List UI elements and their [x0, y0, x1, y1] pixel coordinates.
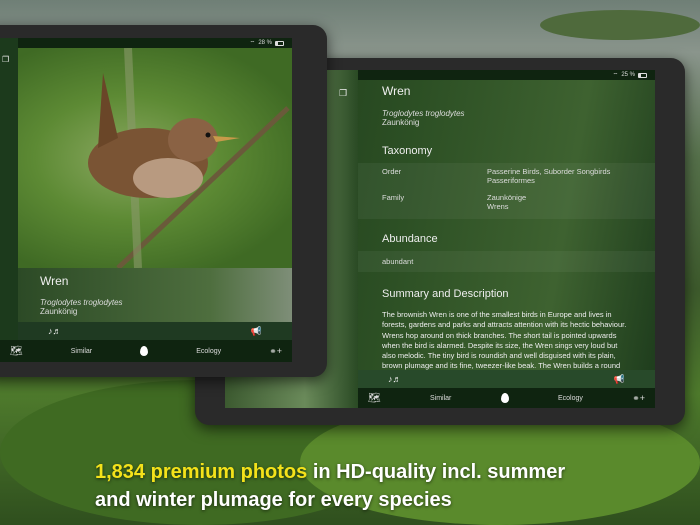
- species-german-name: Zaunkönig: [40, 307, 78, 316]
- promo-caption: 1,834 premium photos in HD-quality incl.…: [95, 458, 565, 514]
- family-value: Zaunkönige: [487, 193, 527, 202]
- binoculars-add-icon[interactable]: ⚭+: [632, 393, 645, 404]
- music-notes-icon[interactable]: ♪♬: [48, 326, 62, 336]
- wifi-icon: ⌔: [612, 73, 619, 79]
- megaphone-icon[interactable]: 📢: [251, 326, 262, 337]
- species-name: Wren: [40, 274, 69, 288]
- left-tablet-screen: ❐ ⌔ 28 % Wren Troglodytes troglodytes Zau…: [0, 38, 292, 362]
- battery-icon: [275, 40, 284, 46]
- order-label: Order: [382, 167, 402, 176]
- tab-bar: 🗺 Similar Ecology ⚭+: [358, 388, 655, 408]
- detail-content: Wren Troglodytes troglodytes Zaunkönig T…: [358, 84, 655, 370]
- species-latin-name: Troglodytes troglodytes: [382, 109, 465, 118]
- family-label: Family: [382, 193, 405, 202]
- species-german-name: Zaunkönig: [382, 118, 420, 127]
- tab-ecology[interactable]: Ecology: [196, 348, 221, 355]
- promo-line2: and winter plumage for every species: [95, 489, 452, 511]
- background-hill: [540, 10, 700, 40]
- windows-icon[interactable]: ❐: [339, 88, 347, 99]
- map-icon[interactable]: 🗺: [368, 393, 381, 404]
- species-info: Wren Troglodytes troglodytes Zaunkönig: [18, 268, 292, 322]
- species-name: Wren: [382, 84, 411, 98]
- left-tablet: ❐ ⌔ 28 % Wren Troglodytes troglodytes Zau…: [0, 25, 327, 377]
- bird-photo: [18, 47, 292, 270]
- status-bar: ⌔ 25 %: [613, 70, 647, 80]
- promo-highlight: 1,834 premium photos: [95, 461, 308, 483]
- tab-similar[interactable]: Similar: [71, 348, 92, 355]
- order-value: Passerine Birds, Suborder Songbirds: [487, 167, 611, 176]
- taxonomy-row-order: Order Passerine Birds, Suborder Songbirds…: [358, 163, 655, 189]
- taxonomy-row-family: Family Zaunkönige Wrens: [358, 189, 655, 219]
- sound-bar: ♪♬ 📢: [18, 322, 292, 340]
- taxonomy-table: Order Passerine Birds, Suborder Songbirds…: [358, 163, 655, 219]
- wren-illustration: [88, 47, 290, 270]
- wifi-icon: ⌔: [249, 41, 256, 47]
- species-latin-name: Troglodytes troglodytes: [40, 298, 123, 307]
- music-notes-icon[interactable]: ♪♬: [388, 374, 402, 384]
- taxonomy-heading: Taxonomy: [382, 145, 433, 157]
- status-bar: ⌔ 28 %: [250, 38, 284, 48]
- order-value-latin: Passeriformes: [487, 176, 535, 185]
- egg-icon[interactable]: [500, 393, 509, 403]
- windows-icon[interactable]: ❐: [2, 55, 9, 64]
- battery-icon: [638, 72, 647, 78]
- tab-similar[interactable]: Similar: [430, 395, 451, 402]
- tab-bar: 🗺 Similar Ecology ⚭+: [0, 340, 292, 362]
- binoculars-add-icon[interactable]: ⚭+: [269, 346, 282, 357]
- battery-text: 28 %: [258, 40, 272, 46]
- promo-line1: in HD-quality incl. summer: [307, 461, 566, 483]
- abundance-value: abundant: [358, 251, 655, 272]
- map-icon[interactable]: 🗺: [10, 346, 23, 357]
- summary-heading: Summary and Description: [382, 288, 509, 300]
- megaphone-icon[interactable]: 📢: [614, 374, 625, 385]
- family-value-english: Wrens: [487, 202, 509, 211]
- sound-bar: ♪♬ 📢: [358, 370, 655, 388]
- summary-text: The brownish Wren is one of the smallest…: [382, 310, 627, 370]
- sidebar-sliver: ❐: [0, 38, 18, 362]
- abundance-heading: Abundance: [382, 233, 438, 245]
- egg-icon[interactable]: [140, 346, 149, 356]
- battery-text: 25 %: [621, 72, 635, 78]
- tab-ecology[interactable]: Ecology: [558, 395, 583, 402]
